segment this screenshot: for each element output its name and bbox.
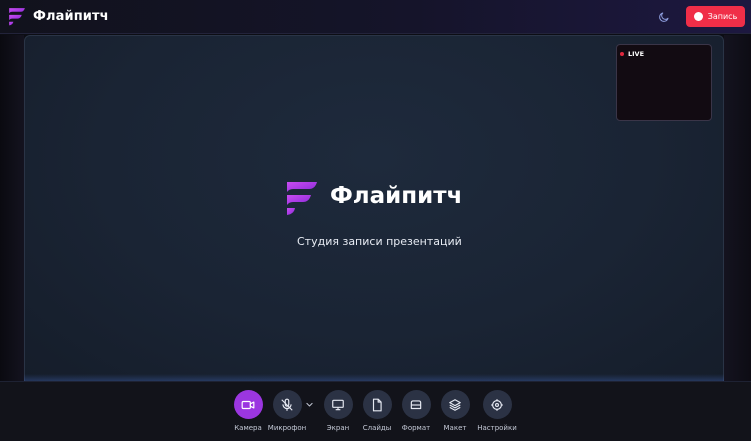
screen-button-label: Экран [326, 424, 350, 432]
layout-button[interactable]: Макет [432, 390, 478, 432]
microphone-button-label: Микрофон [267, 424, 307, 432]
layers-icon [449, 398, 461, 411]
microphone-dropdown-button[interactable] [303, 398, 315, 410]
stage-title: Флайпитч [330, 183, 463, 209]
format-frame-icon [410, 399, 422, 409]
flypitch-logo-icon [9, 8, 25, 26]
record-button-label: Запись [707, 12, 738, 21]
settings-button-label: Настройки [477, 424, 517, 432]
theme-toggle-button[interactable] [654, 7, 674, 27]
live-badge: LIVE [620, 50, 644, 58]
live-label: LIVE [628, 50, 645, 58]
camera-preview[interactable]: LIVE [616, 44, 712, 121]
layout-button-label: Макет [443, 424, 467, 432]
stage-subtitle: Студия записи презентаций [297, 235, 462, 248]
record-button[interactable]: Запись [686, 6, 745, 27]
camera-button-circle[interactable] [233, 390, 263, 419]
flypitch-logo-icon [287, 182, 317, 215]
left-backdrop [0, 35, 24, 381]
camera-button-label: Камера [234, 424, 262, 432]
video-camera-icon [241, 400, 255, 409]
file-icon [372, 398, 382, 411]
format-button-label: Формат [401, 424, 431, 432]
record-dot-icon [693, 12, 703, 21]
screen-button-circle[interactable] [323, 390, 353, 419]
microphone-button[interactable]: Микрофон [264, 390, 310, 432]
top-bar: Флайпитч Запись [0, 0, 751, 34]
slides-button-circle[interactable] [362, 390, 392, 419]
settings-button-circle[interactable] [482, 390, 512, 419]
monitor-icon [332, 399, 344, 410]
app-name: Флайпитч [33, 9, 109, 24]
right-backdrop [724, 35, 751, 381]
layout-button-circle[interactable] [440, 390, 470, 419]
settings-button[interactable]: Настройки [474, 390, 520, 432]
chevron-down-icon [305, 402, 313, 406]
slides-button-label: Слайды [362, 424, 392, 432]
live-dot-icon [620, 52, 624, 56]
microphone-button-circle[interactable] [272, 390, 302, 419]
microphone-off-icon [281, 398, 293, 411]
format-button-circle[interactable] [401, 390, 431, 419]
settings-icon [491, 398, 503, 411]
brand[interactable]: Флайпитч [6, 6, 109, 27]
moon-icon [659, 12, 669, 22]
